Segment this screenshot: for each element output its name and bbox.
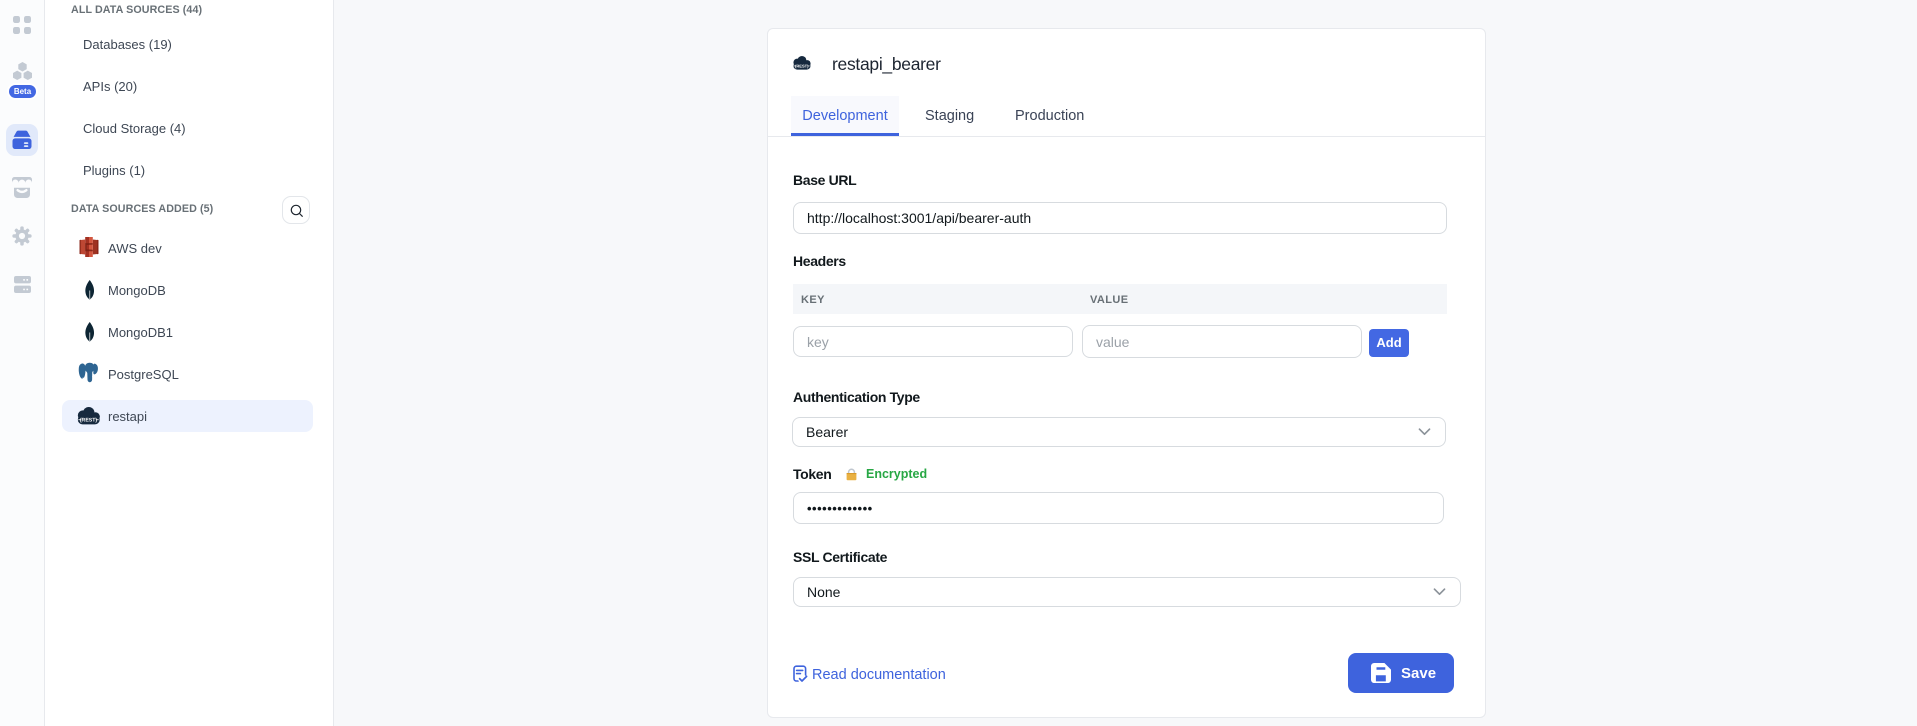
- svg-text:(REST): (REST): [795, 64, 809, 68]
- svg-text:(REST): (REST): [80, 417, 97, 423]
